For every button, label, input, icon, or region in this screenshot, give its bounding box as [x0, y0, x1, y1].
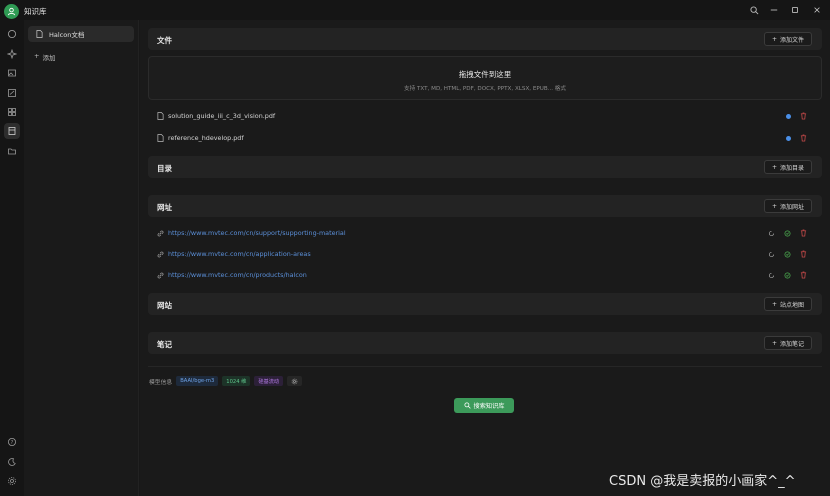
file-name: reference_hdevelop.pdf — [168, 134, 244, 142]
title-bar — [0, 0, 830, 20]
add-file-button[interactable]: + 添加文件 — [763, 32, 812, 46]
file-icon — [157, 134, 164, 142]
watermark: CSDN @我是卖报的小画家^_^ — [609, 474, 796, 489]
search-icon — [464, 402, 471, 409]
plus-icon: + — [771, 300, 777, 308]
user-avatar-icon[interactable] — [4, 4, 19, 19]
nav-rail: ? — [0, 20, 24, 496]
url-link[interactable]: https://www.mvtec.com/cn/products/halcon — [168, 271, 307, 279]
check-circle-icon — [784, 230, 791, 237]
help-icon[interactable]: ? — [4, 434, 20, 450]
translate-icon[interactable] — [4, 85, 20, 101]
file-row: reference_hdevelop.pdf — [157, 131, 807, 145]
folder-icon[interactable] — [4, 143, 20, 159]
refresh-icon[interactable] — [768, 230, 775, 237]
notes-section-header: 笔记 + 添加笔记 — [148, 332, 822, 354]
search-icon[interactable] — [748, 4, 760, 16]
add-kb-button[interactable]: + 添加 — [34, 52, 55, 62]
url-row: https://www.mvtec.com/cn/application-are… — [157, 247, 807, 261]
file-dropzone[interactable]: 拖拽文件到这里 支持 TXT, MD, HTML, PDF, DOCX, PPT… — [148, 56, 822, 100]
plus-icon: + — [771, 35, 777, 43]
url-link[interactable]: https://www.mvtec.com/cn/application-are… — [168, 250, 311, 258]
link-icon — [157, 251, 164, 258]
refresh-icon[interactable] — [768, 272, 775, 279]
status-dot-icon — [786, 113, 791, 119]
knowledge-base-icon[interactable] — [4, 123, 20, 139]
refresh-icon[interactable] — [768, 251, 775, 258]
apps-icon[interactable] — [4, 104, 20, 120]
sites-title: 网站 — [157, 301, 172, 310]
add-url-button[interactable]: + 添加网址 — [763, 199, 812, 213]
link-icon — [157, 272, 164, 279]
kb-item-label: Halcon文档 — [49, 31, 85, 39]
maximize-icon[interactable] — [789, 4, 801, 16]
divider — [148, 366, 822, 367]
main-content: 文件 + 添加文件 拖拽文件到这里 支持 TXT, MD, HTML, PDF,… — [140, 20, 830, 496]
settings-gear-icon[interactable] — [4, 473, 20, 489]
status-dot-icon — [786, 135, 791, 141]
sites-section-header: 网站 + 站点地图 — [148, 293, 822, 315]
notes-title: 笔记 — [157, 340, 172, 349]
sparkle-icon[interactable] — [4, 46, 20, 62]
svg-text:?: ? — [11, 440, 14, 446]
delete-trash-icon[interactable] — [800, 134, 807, 142]
check-circle-icon — [784, 251, 791, 258]
dropzone-subtitle: 支持 TXT, MD, HTML, PDF, DOCX, PPTX, XLSX,… — [404, 86, 566, 92]
delete-trash-icon[interactable] — [800, 271, 807, 279]
plus-icon: + — [771, 202, 777, 210]
document-icon — [36, 30, 43, 38]
url-row: https://www.mvtec.com/cn/products/halcon — [157, 268, 807, 282]
sitemap-button[interactable]: + 站点地图 — [763, 297, 812, 311]
directory-section-header: 目录 + 添加目录 — [148, 156, 822, 178]
model-info-label: 模型信息 — [149, 379, 173, 386]
url-link[interactable]: https://www.mvtec.com/cn/support/support… — [168, 229, 346, 237]
check-circle-icon — [784, 272, 791, 279]
image-icon[interactable] — [4, 65, 20, 81]
search-knowledge-button[interactable]: 搜索知识库 — [454, 398, 514, 413]
add-note-button[interactable]: + 添加笔记 — [763, 336, 812, 350]
theme-moon-icon[interactable] — [4, 454, 20, 470]
url-row: https://www.mvtec.com/cn/support/support… — [157, 226, 807, 240]
dimension-tag: 1024 维 — [222, 376, 251, 386]
directory-title: 目录 — [157, 164, 172, 173]
model-settings-gear-icon[interactable] — [287, 376, 303, 386]
link-icon — [157, 230, 164, 237]
delete-trash-icon[interactable] — [800, 250, 807, 258]
files-title: 文件 — [157, 36, 172, 45]
close-icon[interactable] — [811, 4, 823, 16]
add-directory-button[interactable]: + 添加目录 — [763, 160, 812, 174]
file-icon — [157, 112, 164, 120]
urls-title: 网址 — [157, 203, 172, 212]
files-section-header: 文件 + 添加文件 — [148, 28, 822, 50]
knowledge-base-list: Halcon文档 + 添加 — [24, 20, 139, 496]
dropzone-title: 拖拽文件到这里 — [458, 70, 512, 79]
minimize-icon[interactable] — [768, 4, 780, 16]
plus-icon: + — [771, 339, 777, 347]
model-info: 模型信息 BAAI/bge-m3 1024 维 硅基流动 — [149, 375, 303, 387]
model-tag: BAAI/bge-m3 — [176, 376, 219, 386]
file-name: solution_guide_iii_c_3d_vision.pdf — [168, 112, 276, 120]
file-row: solution_guide_iii_c_3d_vision.pdf — [157, 109, 807, 123]
app-title: 知识库 — [24, 7, 47, 16]
delete-trash-icon[interactable] — [800, 229, 807, 237]
plus-icon: + — [771, 163, 777, 171]
kb-item-halcon[interactable]: Halcon文档 — [28, 26, 134, 42]
chat-icon[interactable] — [4, 26, 20, 42]
urls-section-header: 网址 + 添加网址 — [148, 195, 822, 217]
delete-trash-icon[interactable] — [800, 112, 807, 120]
provider-tag: 硅基流动 — [254, 376, 284, 386]
plus-icon: + — [34, 52, 40, 60]
